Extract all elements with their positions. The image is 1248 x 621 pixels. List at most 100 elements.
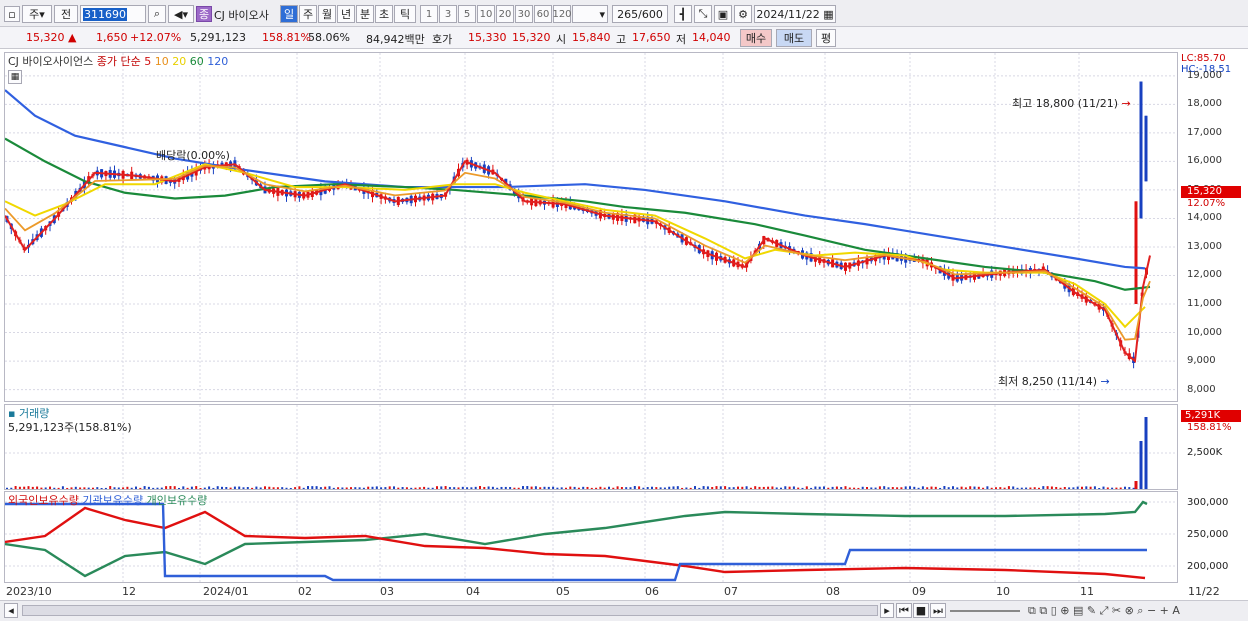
volume-bar [113, 487, 116, 489]
high-label: 고 [616, 33, 627, 46]
volume-bar [848, 487, 851, 489]
interval-button[interactable]: 5 [458, 5, 476, 23]
volume-bar [1046, 486, 1049, 489]
interval-button[interactable]: 30 [515, 5, 533, 23]
volume-bar [31, 486, 34, 489]
volume-bar [788, 486, 791, 489]
price-value: 15,320 [26, 31, 65, 44]
stop-icon[interactable]: ■ [913, 603, 929, 618]
tab-week[interactable]: 주 [299, 5, 317, 23]
volume-bar [904, 486, 907, 489]
code-input[interactable]: 311690 [80, 5, 146, 23]
date-input[interactable]: 2024/11/22 ▦ [754, 5, 836, 23]
volume-bar [212, 487, 215, 489]
tab-tick[interactable]: 틱 [394, 5, 416, 23]
layout-icon[interactable]: ▫ [4, 6, 20, 22]
volume-bar [1089, 486, 1092, 489]
tool-icons[interactable]: ⧉ ⧉ ▯ ⊕ ▤ ✎ ⤢ ✂ ⊗ ⌕ − + A [1028, 604, 1180, 618]
holdings-tick-300k: 300,000 [1187, 497, 1229, 508]
volume-bar [556, 487, 559, 489]
volume-bar [18, 486, 21, 489]
x-axis-label: 09 [912, 585, 926, 598]
search-icon[interactable]: ⌕ [148, 5, 166, 23]
volume-bar [182, 486, 185, 489]
interval-button[interactable]: 60 [534, 5, 552, 23]
volume-bar [169, 486, 172, 489]
volume-value: 5,291,123 [190, 31, 246, 44]
spin-label: 종 [196, 6, 212, 22]
interval-button[interactable]: 120 [552, 5, 572, 23]
tab-minute[interactable]: 분 [356, 5, 374, 23]
volume-bar [294, 487, 297, 489]
volume-bar [870, 487, 873, 489]
tab-second[interactable]: 초 [375, 5, 393, 23]
volume-bar [805, 486, 808, 489]
volume-bar [534, 486, 537, 489]
price-tick: 13,000 [1187, 240, 1222, 252]
price-tick: 14,000 [1187, 212, 1222, 224]
tab-year[interactable]: 년 [337, 5, 355, 23]
volume-bar [573, 486, 576, 489]
volume-bar [1144, 417, 1148, 489]
candle-icon[interactable]: ┫ [674, 5, 692, 23]
scroll-track[interactable] [22, 605, 878, 616]
quote-bar: 15,320 ▲ 1,650 +12.07% 5,291,123 158.81%… [0, 27, 1248, 49]
legend-individual: 개인보유수량 [146, 494, 208, 507]
volume-bar [367, 486, 370, 489]
period-select[interactable]: 주 ▾ [22, 5, 52, 23]
volume-bar [509, 487, 512, 489]
volume-bar [337, 487, 340, 489]
volume-bar [818, 486, 821, 489]
speaker-icon[interactable]: ◀▾ [168, 5, 194, 23]
volume-bar [500, 486, 503, 489]
volume-bar [178, 487, 180, 489]
draw-icon[interactable]: ⤡ [694, 5, 712, 23]
buy-button[interactable]: 매수 [740, 29, 772, 47]
volume-bar [1029, 487, 1032, 489]
volume-bar [861, 486, 864, 489]
volume-bar [590, 487, 593, 489]
legend-ma120: 120 [207, 55, 229, 68]
volume-bar [457, 487, 460, 489]
scroll-left-icon[interactable]: ◂ [4, 603, 18, 618]
price-change-pct: +12.07% [130, 31, 182, 44]
volume-bar [324, 486, 327, 489]
x-axis-label: 10 [996, 585, 1010, 598]
volume-bar [440, 486, 443, 489]
scroll-bar[interactable]: ◂ ▸ ⏮ ■ ⏭ ⧉ ⧉ ▯ ⊕ ▤ ✎ ⤢ ✂ ⊗ ⌕ − + A [0, 600, 1248, 621]
volume-bar [130, 487, 133, 489]
prev-select[interactable]: 전 [54, 5, 78, 23]
volume-bar [345, 487, 348, 489]
sell-button[interactable]: 매도 [776, 29, 812, 47]
next-icon[interactable]: ⏭ [930, 603, 946, 618]
stock-name[interactable]: CJ 바이오사 [214, 7, 269, 23]
tab-day[interactable]: 일 [280, 5, 298, 23]
interval-button[interactable]: 1 [420, 5, 438, 23]
interval-dropdown[interactable]: ▾ [572, 5, 608, 23]
interval-button[interactable]: 10 [477, 5, 495, 23]
count-input[interactable]: 265/600 [612, 5, 668, 23]
interval-button[interactable]: 20 [496, 5, 514, 23]
volume-bar [66, 487, 69, 489]
volume-bar [603, 487, 606, 489]
zoom-slider[interactable] [950, 610, 1020, 612]
interval-button[interactable]: 3 [439, 5, 457, 23]
holdings-tick-200k: 200,000 [1187, 561, 1229, 572]
gear-icon[interactable]: ⚙ [734, 5, 752, 23]
volume-bar [23, 486, 26, 489]
save-icon[interactable]: ▣ [714, 5, 732, 23]
volume-bar [1115, 487, 1118, 489]
low-annotation-text: 최저 8,250 (11/14) [998, 375, 1098, 388]
first-icon[interactable]: ⏮ [896, 603, 912, 618]
price-tick: 8,000 [1187, 383, 1216, 395]
volume-tag: 5,291K [1181, 410, 1241, 422]
eval-button[interactable]: 평 [816, 29, 836, 47]
scroll-right-icon[interactable]: ▸ [880, 603, 894, 618]
high-annotation-text: 최고 18,800 (11/21) [1012, 97, 1119, 110]
price-tick: 16,000 [1187, 155, 1222, 167]
volume-bar [276, 487, 279, 489]
volume-bar [135, 486, 137, 489]
tab-month[interactable]: 월 [318, 5, 336, 23]
grid-icon[interactable]: ▦ [8, 70, 22, 84]
volume-bar [152, 487, 155, 489]
